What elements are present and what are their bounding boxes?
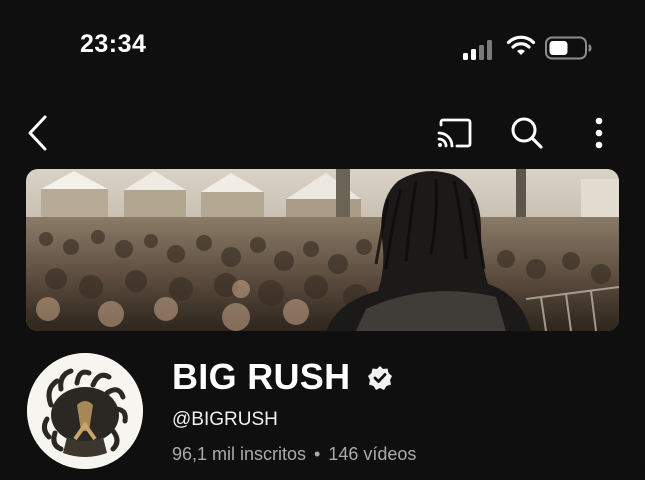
verified-badge-icon — [368, 366, 392, 390]
more-options-button[interactable] — [576, 110, 622, 156]
channel-handle: @BIGRUSH — [172, 409, 278, 430]
banner-image — [26, 169, 619, 331]
battery-icon — [545, 36, 592, 60]
back-arrow-icon — [28, 115, 47, 151]
channel-name: BIG RUSH — [172, 356, 351, 397]
cast-button[interactable] — [431, 110, 477, 156]
channel-stats: 96,1 mil inscritos • 146 vídeos — [172, 444, 416, 465]
stats-separator: • — [314, 444, 321, 464]
cast-icon — [437, 118, 472, 148]
status-time: 23:34 — [80, 30, 147, 58]
cellular-signal-icon — [463, 38, 495, 60]
search-button[interactable] — [504, 110, 550, 156]
wifi-icon — [506, 35, 536, 55]
search-icon — [511, 117, 543, 149]
more-vert-icon — [595, 117, 603, 149]
avatar-logo — [27, 353, 143, 469]
channel-avatar[interactable] — [27, 353, 143, 469]
subscriber-count: 96,1 mil inscritos — [172, 444, 307, 464]
channel-page: 23:34 BIG RUSH @BIGRUSH 96,1 mil inscrit… — [0, 0, 645, 480]
back-button[interactable] — [15, 110, 61, 156]
video-count: 146 vídeos — [328, 444, 417, 464]
channel-banner[interactable] — [26, 169, 619, 331]
